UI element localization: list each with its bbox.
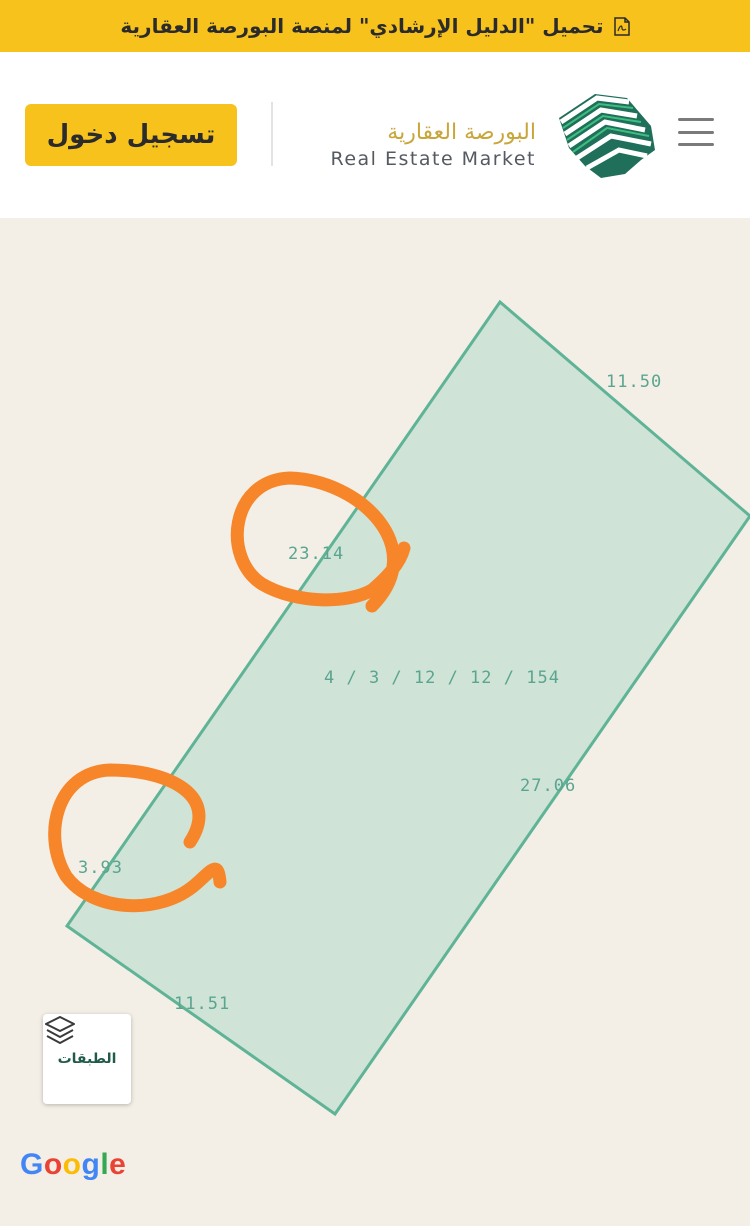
map-view[interactable]: 11.50 23.14 4 / 3 / 12 / 12 / 154 27.06 … — [0, 218, 750, 1226]
site-header: تسجيل دخول البورصة العقارية Real Estate … — [0, 52, 750, 218]
layers-icon — [45, 1016, 75, 1044]
guide-download-banner[interactable]: تحميل "الدليل الإرشادي" لمنصة البورصة ال… — [0, 0, 750, 52]
hamburger-menu-icon[interactable] — [678, 118, 714, 146]
dimension-left-lower: 3.93 — [78, 858, 123, 878]
google-logo: Google — [20, 1148, 127, 1181]
logo-english-text: Real Estate Market — [330, 148, 536, 170]
dimension-top: 11.50 — [606, 372, 663, 392]
dimension-right: 27.06 — [520, 776, 577, 796]
logo-arabic-text: البورصة العقارية — [387, 120, 536, 145]
login-button[interactable]: تسجيل دخول — [25, 104, 237, 166]
dimension-bottom: 11.51 — [174, 994, 231, 1014]
layers-label: الطبقات — [57, 1051, 117, 1067]
parcel-polygon[interactable] — [64, 299, 750, 1117]
parcel-id-label: 4 / 3 / 12 / 12 / 154 — [324, 668, 560, 688]
header-divider — [271, 102, 273, 166]
pdf-file-icon — [613, 16, 630, 36]
layers-button[interactable]: الطبقات — [43, 1014, 131, 1104]
dimension-left-upper: 23.14 — [288, 544, 345, 564]
banner-text: تحميل "الدليل الإرشادي" لمنصة البورصة ال… — [120, 14, 604, 38]
saudi-map-logo-icon[interactable] — [555, 88, 659, 180]
